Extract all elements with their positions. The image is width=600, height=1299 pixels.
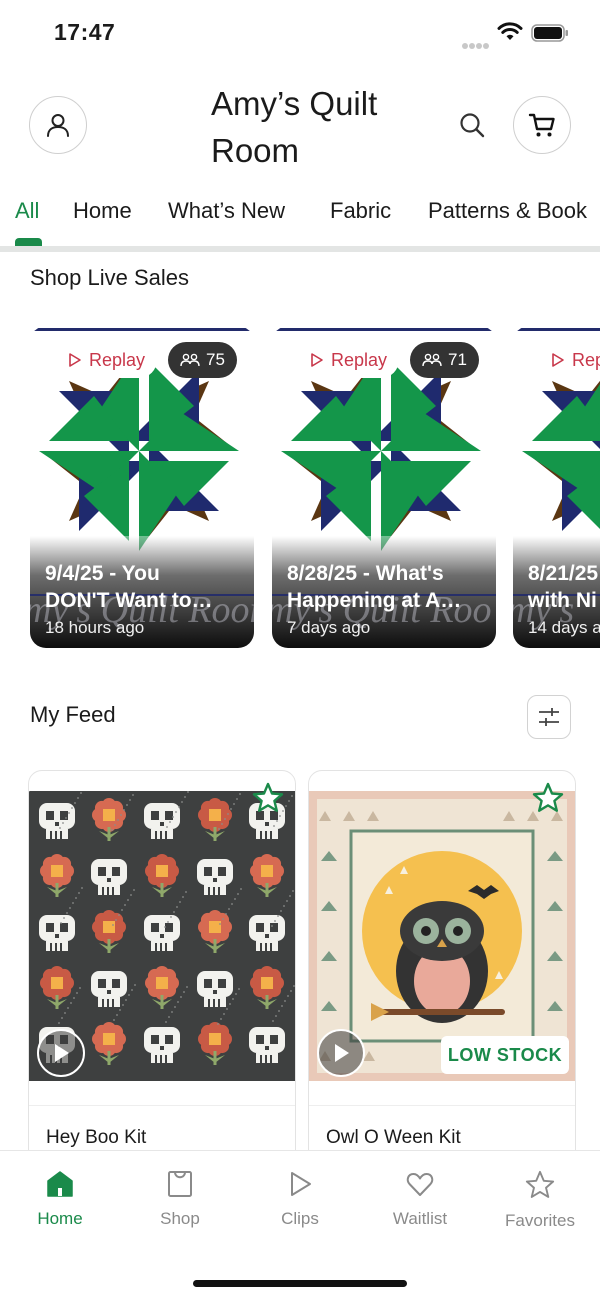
star-icon [525, 1170, 555, 1198]
nav-home-label: Home [37, 1209, 83, 1228]
cart-button[interactable] [513, 96, 571, 154]
store-title: Amy’s Quilt Room [211, 85, 378, 169]
app-header: Amy’s Quilt Room [0, 80, 600, 180]
live-sales-carousel: my's Quilt Room Replay 75 9/4/25 - You D… [0, 326, 600, 650]
replay-label: Rep [572, 349, 600, 370]
nav-waitlist-label: Waitlist [392, 1209, 448, 1228]
tabs-divider [0, 246, 600, 252]
live-sale-title: 8/28/25 - What's [287, 562, 444, 585]
play-video-button[interactable] [317, 1029, 365, 1077]
card-top-rule [272, 328, 496, 331]
profile-button[interactable] [29, 96, 87, 154]
feed-filter-button[interactable] [527, 695, 571, 739]
viewers-badge: 71 [410, 342, 479, 378]
home-icon [47, 1171, 73, 1197]
product-card[interactable]: LOW STOCK Owl O Ween Kit [308, 770, 576, 1170]
live-sale-card[interactable]: my's Rep 8/21/25 with Ni 14 days a [513, 326, 600, 648]
play-video-button[interactable] [37, 1029, 85, 1077]
replay-badge: Replay [54, 342, 158, 378]
tab-home[interactable]: Home [73, 198, 132, 224]
replay-label: Replay [331, 349, 388, 370]
shop-bag-icon [168, 1171, 192, 1197]
nav-shop-label: Shop [160, 1209, 200, 1228]
live-sale-title-line2: DON'T Want to… [45, 589, 213, 612]
viewers-icon [180, 353, 200, 367]
search-button[interactable] [452, 105, 492, 145]
card-divider [309, 1105, 575, 1106]
product-name: Hey Boo Kit [46, 1127, 147, 1148]
card-top-rule [30, 328, 254, 331]
viewers-count: 75 [206, 350, 225, 369]
live-sale-title-line2: Happening at A… [287, 589, 462, 612]
wifi-icon [497, 22, 523, 40]
card-top-rule [513, 328, 600, 331]
tab-whats-new[interactable]: What’s New [168, 198, 285, 224]
nav-home[interactable]: Home [10, 1169, 110, 1229]
nav-favorites[interactable]: Favorites [490, 1169, 590, 1231]
live-sale-time: 18 hours ago [45, 618, 145, 637]
viewers-badge: 75 [168, 342, 237, 378]
favorite-star-icon[interactable] [531, 781, 565, 815]
live-sale-time: 7 days ago [287, 618, 371, 637]
tab-patterns-books[interactable]: Patterns & Book [428, 198, 587, 224]
nav-clips[interactable]: Clips [250, 1169, 350, 1229]
low-stock-badge: LOW STOCK [441, 1036, 569, 1074]
play-icon [55, 1044, 69, 1062]
product-card[interactable]: Hey Boo Kit [28, 770, 296, 1170]
status-time: 17:47 [54, 19, 116, 45]
sliders-icon [539, 708, 559, 726]
nav-favorites-label: Favorites [505, 1211, 575, 1230]
status-bar: 17:47 [0, 0, 600, 66]
live-sale-card[interactable]: my's Quilt Roo Replay 71 8/28/25 - What'… [272, 326, 496, 648]
product-name: Owl O Ween Kit [326, 1127, 461, 1148]
category-tabs: All Home What’s New Fabric Patterns & Bo… [0, 190, 600, 252]
nav-shop[interactable]: Shop [130, 1169, 230, 1229]
live-sale-card[interactable]: my's Quilt Room Replay 75 9/4/25 - You D… [30, 326, 254, 648]
viewers-icon [422, 353, 442, 367]
live-sales-title: Shop Live Sales [30, 265, 189, 290]
card-divider [29, 1105, 295, 1106]
battery-icon [531, 24, 568, 42]
replay-badge: Replay [296, 342, 400, 378]
tab-fabric[interactable]: Fabric [330, 198, 391, 224]
live-sale-title: 8/21/25 [528, 562, 599, 585]
replay-label: Replay [89, 349, 146, 370]
play-icon [291, 1172, 311, 1196]
signal-dots-icon [462, 36, 490, 49]
cart-icon [528, 113, 555, 137]
replay-play-icon [69, 353, 81, 367]
replay-play-icon [311, 353, 323, 367]
live-sale-title-line2: with Ni [528, 589, 597, 612]
feed-title: My Feed [30, 702, 116, 727]
home-indicator [193, 1280, 407, 1287]
nav-waitlist[interactable]: Waitlist [370, 1169, 470, 1229]
favorite-star-icon[interactable] [251, 781, 285, 815]
bottom-tab-bar: Home Shop Clips Waitlist Favorites [0, 1150, 600, 1299]
user-icon [47, 114, 69, 137]
live-sale-title: 9/4/25 - You [45, 562, 160, 585]
replay-badge: Rep [537, 342, 600, 378]
play-icon [335, 1044, 349, 1062]
live-sale-time: 14 days a [528, 618, 600, 637]
viewers-count: 71 [448, 350, 467, 369]
heart-icon [406, 1173, 434, 1196]
replay-play-icon [552, 353, 564, 367]
nav-clips-label: Clips [281, 1209, 319, 1228]
tab-all[interactable]: All [15, 198, 39, 224]
search-icon [460, 113, 485, 138]
